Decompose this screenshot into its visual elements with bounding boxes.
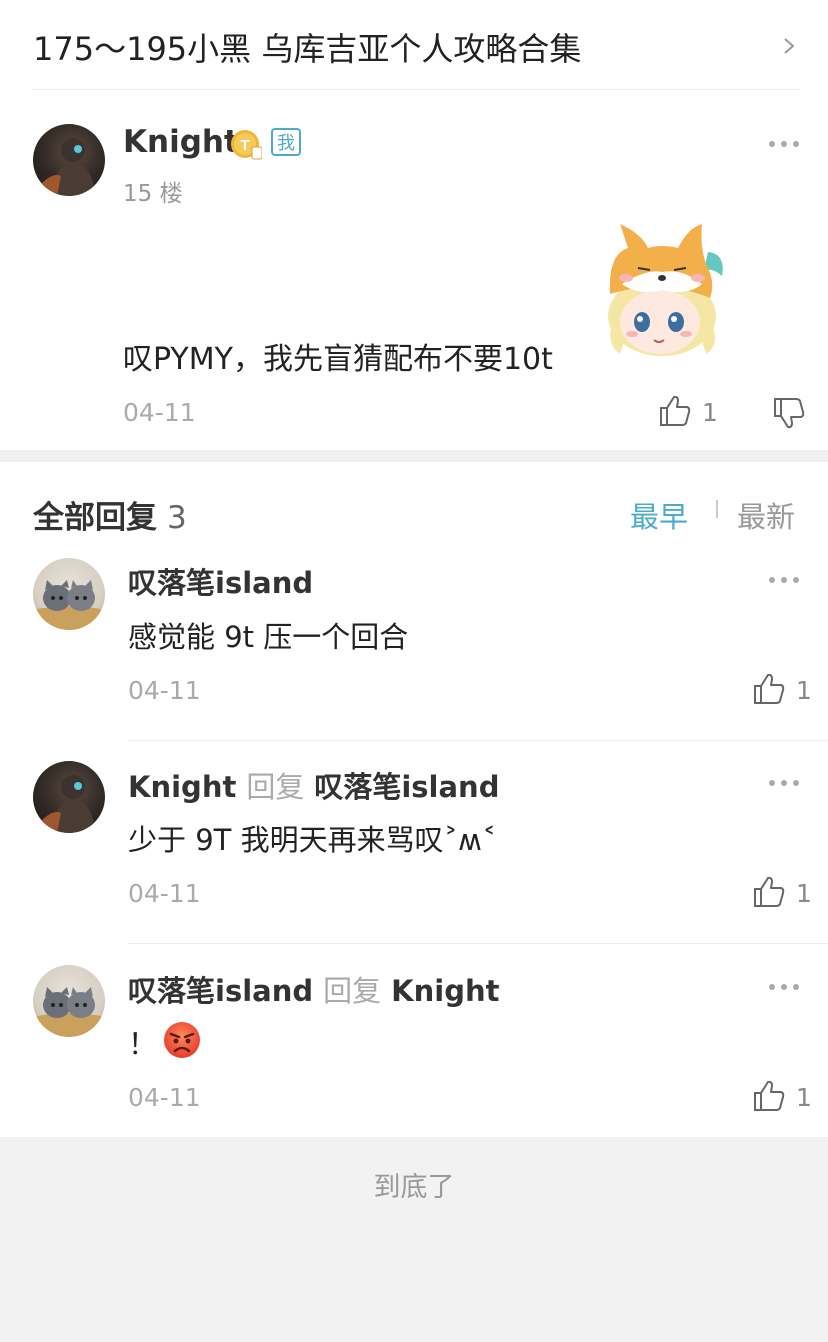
reply-target[interactable]: 叹落笔island [314, 770, 499, 804]
chevron-right-icon[interactable] [778, 32, 800, 60]
reply-text: 感觉能 9t 压一个回合 [128, 620, 409, 654]
avatar[interactable] [33, 124, 105, 196]
reply-text: ！ [128, 1027, 158, 1061]
reply-text: 少于 9T 我明天再来骂叹˃ʍ˂ [128, 823, 497, 857]
reply-header: 叹落笔island 回复 Knight [128, 968, 499, 1010]
thumbs-up-icon[interactable] [658, 394, 692, 428]
self-badge: 我 [271, 128, 301, 156]
reply-date: 04-11 [128, 1083, 201, 1112]
like-count: 1 [796, 1083, 812, 1112]
section-gap [0, 450, 828, 462]
divider [128, 740, 828, 741]
reply-date: 04-11 [128, 879, 201, 908]
like-count: 1 [796, 676, 812, 705]
replies-count: 3 [167, 500, 187, 536]
floor-number: 15 楼 [123, 181, 183, 207]
reply-word: 回复 [246, 770, 305, 804]
reply-author[interactable]: 叹落笔island [128, 566, 313, 600]
sort-earliest-tab[interactable]: 最早 [630, 494, 688, 536]
thread-header[interactable]: 175～195小黑 乌库吉亚个人攻略合集 [0, 0, 828, 90]
sort-latest-tab[interactable]: 最新 [737, 494, 795, 536]
angry-face-emoji [164, 1022, 200, 1058]
reply-date: 04-11 [128, 676, 201, 705]
more-options-icon[interactable] [768, 982, 802, 992]
thumbs-up-icon[interactable] [752, 1079, 786, 1113]
avatar[interactable] [33, 965, 105, 1037]
thumbs-up-icon[interactable] [752, 875, 786, 909]
floor-post: Knight T 我 15 楼 叹PYMY，我先盲猜配布不要10t 04-11 … [0, 90, 828, 450]
avatar[interactable] [33, 761, 105, 833]
like-count: 1 [796, 879, 812, 908]
thumbs-down-icon[interactable] [772, 396, 806, 430]
reply-header: 叹落笔island [128, 560, 313, 602]
reply-author[interactable]: 叹落笔island [128, 974, 313, 1008]
divider [128, 943, 828, 944]
level-badge-text: T [240, 137, 249, 154]
reply-author[interactable]: Knight [128, 770, 236, 804]
more-options-icon[interactable] [768, 575, 802, 585]
avatar-cats-icon [33, 987, 105, 1037]
avatar[interactable] [33, 558, 105, 630]
thumbs-up-icon[interactable] [752, 672, 786, 706]
reply-word: 回复 [323, 974, 382, 1008]
avatar-knight-icon [39, 138, 95, 196]
like-count: 1 [702, 398, 718, 427]
thread-title[interactable]: 175～195小黑 乌库吉亚个人攻略合集 [33, 24, 581, 70]
replies-header: 全部回复 3 [33, 492, 187, 537]
replies-title: 全部回复 [33, 500, 157, 536]
post-date: 04-11 [123, 398, 196, 427]
replies-section: 全部回复 3 最早 最新 叹落笔island 感觉能 9t 压一个回合 04-11… [0, 462, 828, 1137]
reply-header: Knight 回复 叹落笔island [128, 764, 499, 806]
more-options-icon[interactable] [768, 139, 802, 149]
post-text: 叹PYMY，我先盲猜配布不要10t [123, 342, 553, 377]
more-options-icon[interactable] [768, 778, 802, 788]
reply-target[interactable]: Knight [391, 974, 499, 1008]
avatar-cats-icon [33, 580, 105, 630]
post-username[interactable]: Knight [123, 124, 239, 160]
end-of-list-text: 到底了 [373, 1172, 455, 1203]
divider [716, 500, 718, 518]
avatar-knight-icon [39, 775, 95, 833]
level-badge-icon: T [230, 128, 263, 160]
shiba-hat-girl-sticker [608, 224, 723, 356]
